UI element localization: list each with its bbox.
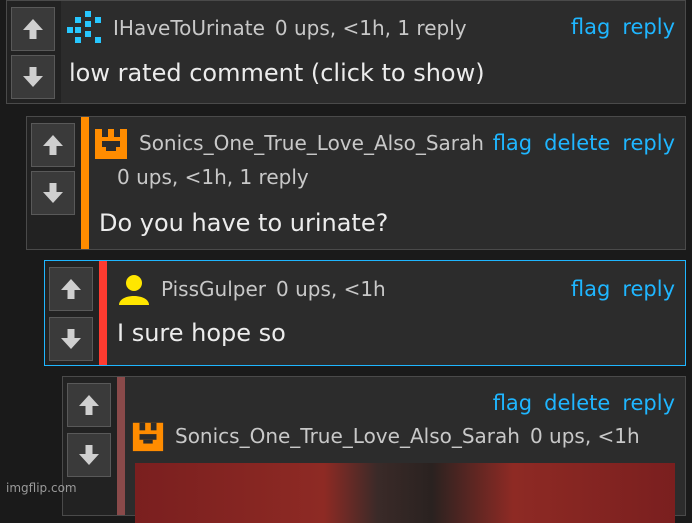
vote-column <box>27 117 81 249</box>
flag-link[interactable]: flag <box>571 15 610 39</box>
comment-2: Sonics_One_True_Love_Also_Sarah 0 ups, <… <box>26 116 686 250</box>
comment-body: Do you have to urinate? <box>99 209 389 237</box>
comment-meta: 0 ups, <1h, 1 reply <box>274 16 467 40</box>
comment-4: flag delete reply Sonics_One_True_Love_A… <box>62 376 686 523</box>
reply-link[interactable]: reply <box>622 15 675 39</box>
reply-link[interactable]: reply <box>622 277 675 301</box>
delete-link[interactable]: delete <box>544 391 610 415</box>
low-rated-toggle[interactable]: low rated comment (click to show) <box>69 59 485 87</box>
comment-3: PissGulper 0 ups, <1h flag reply I sure … <box>44 260 686 366</box>
username-link[interactable]: IHaveToUrinate <box>113 16 265 40</box>
avatar-icon[interactable] <box>117 273 151 305</box>
flag-link[interactable]: flag <box>493 131 532 155</box>
comment-meta: 0 ups, <1h <box>275 277 386 301</box>
flag-link[interactable]: flag <box>493 391 532 415</box>
comment-image[interactable] <box>135 463 675 523</box>
arrow-up-icon <box>79 395 99 415</box>
reply-link[interactable]: reply <box>622 391 675 415</box>
arrow-up-icon <box>43 135 63 155</box>
arrow-down-icon <box>79 445 99 465</box>
vote-column <box>7 1 61 103</box>
comment-meta: 0 ups, <1h <box>529 424 640 448</box>
avatar-icon[interactable] <box>93 125 129 161</box>
comment-actions: flag reply <box>571 277 675 301</box>
arrow-down-icon <box>43 183 63 203</box>
comment-header: Sonics_One_True_Love_Also_Sarah <box>93 125 484 161</box>
comment-header: Sonics_One_True_Love_Also_Sarah 0 ups, <… <box>131 419 640 453</box>
comment-1: IHaveToUrinate 0 ups, <1h, 1 reply flag … <box>6 0 686 104</box>
comment-meta: 0 ups, <1h, 1 reply <box>117 165 309 189</box>
upvote-button[interactable] <box>49 267 93 311</box>
username-link[interactable]: Sonics_One_True_Love_Also_Sarah <box>139 131 484 155</box>
username-link[interactable]: PissGulper <box>161 277 266 301</box>
arrow-up-icon <box>61 279 81 299</box>
downvote-button[interactable] <box>31 171 75 215</box>
avatar-icon[interactable] <box>131 419 165 453</box>
upvote-button[interactable] <box>31 123 75 167</box>
comment-actions: flag reply <box>571 15 675 39</box>
upvote-button[interactable] <box>11 7 55 51</box>
thread-accent-bar <box>117 377 125 515</box>
watermark: imgflip.com <box>6 481 77 495</box>
downvote-button[interactable] <box>11 55 55 99</box>
arrow-down-icon <box>23 67 43 87</box>
flag-link[interactable]: flag <box>571 277 610 301</box>
delete-link[interactable]: delete <box>544 131 610 155</box>
arrow-down-icon <box>61 329 81 349</box>
thread-accent-bar <box>99 261 107 365</box>
arrow-up-icon <box>23 19 43 39</box>
comment-header: IHaveToUrinate 0 ups, <1h, 1 reply <box>65 11 467 45</box>
username-link[interactable]: Sonics_One_True_Love_Also_Sarah <box>175 424 520 448</box>
upvote-button[interactable] <box>67 383 111 427</box>
avatar-icon[interactable] <box>65 11 103 45</box>
vote-column <box>45 261 99 365</box>
comment-actions: flag delete reply <box>493 131 675 155</box>
downvote-button[interactable] <box>67 433 111 477</box>
comment-header: PissGulper 0 ups, <1h <box>117 273 386 305</box>
comment-body: I sure hope so <box>117 319 286 347</box>
comment-actions: flag delete reply <box>493 391 675 415</box>
thread-accent-bar <box>81 117 89 249</box>
downvote-button[interactable] <box>49 317 93 361</box>
reply-link[interactable]: reply <box>622 131 675 155</box>
